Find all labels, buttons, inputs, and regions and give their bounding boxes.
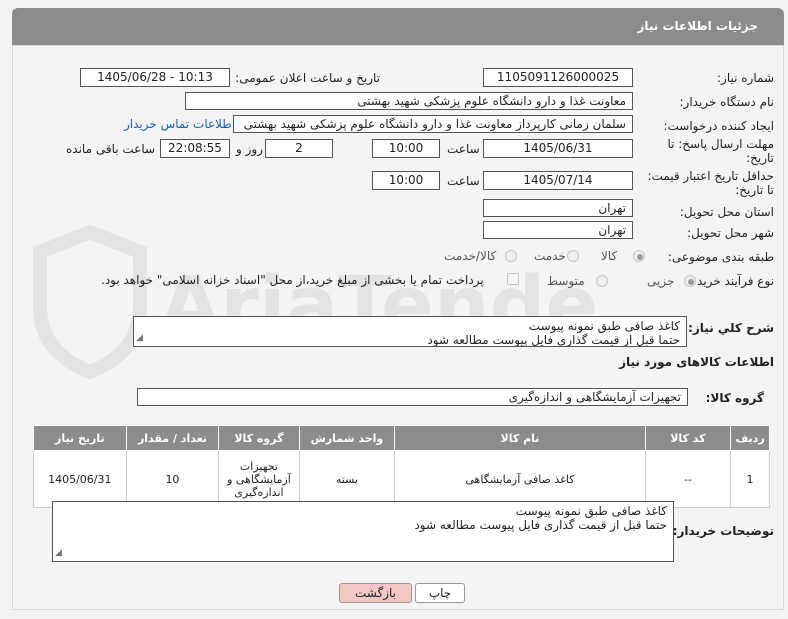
cell-need-date: 1405/06/31 [33,450,127,508]
need-number-value: 1105091126000025 [483,68,633,87]
days-remaining-value: 2 [265,139,333,158]
remaining-time-value: 22:08:55 [160,139,230,158]
resize-handle-icon[interactable]: ◢ [136,331,143,345]
treasury-payment-note: پرداخت تمام یا بخشی از مبلغ خرید،از محل … [101,273,484,287]
process-option-minor: جزیی [647,274,675,288]
col-row-number: ردیف [730,425,770,451]
category-option-goods: کالا [601,249,618,263]
buyer-notes-label: توضیحات خریدار: [672,524,774,538]
col-goods-group: گروه کالا [218,425,300,451]
buyer-org-value: معاونت غذا و دارو دانشگاه علوم پزشکی شهی… [185,92,633,110]
announce-label: تاریخ و ساعت اعلان عمومی: [235,71,380,85]
buyer-contact-link[interactable]: اطلاعات تماس خریدار [124,117,235,131]
deadline-date-value: 1405/06/31 [483,139,633,158]
col-unit: واحد شمارش [298,425,396,451]
process-option-medium: متوسط [547,274,585,288]
treasury-payment-checkbox[interactable] [507,273,519,285]
summary-textarea[interactable]: کاغذ صافی طبق نمونه پیوست حتما قبل از قی… [133,316,687,347]
summary-line-1: کاغذ صافی طبق نمونه پیوست [528,319,680,333]
category-radio-goods-service[interactable] [505,250,517,262]
col-goods-code: کد کالا [644,425,732,451]
cell-goods-group-line: تجهیزات [239,459,278,473]
buyer-notes-line-1: کاغذ صافی طبق نمونه پیوست [515,504,667,518]
items-section-title: اطلاعات کالاهای مورد نیاز [619,355,774,369]
province-label: استان محل تحویل: [679,205,774,219]
cell-goods-group-line: آزمایشگاهی و [227,472,291,486]
category-option-goods-service: کالا/خدمت [444,249,497,263]
cell-goods-code: -- [644,450,732,508]
deadline-time-label: ساعت [447,142,480,156]
cell-unit: بسته [298,450,396,508]
goods-group-label: گروه کالا: [705,391,764,405]
print-button[interactable]: چاپ [415,583,465,603]
table-row: 1 -- کاغذ صافی آزمایشگاهی بسته تجهیزات آ… [33,450,770,508]
days-label: روز و [236,142,263,156]
back-button[interactable]: بازگشت [339,583,412,603]
cell-goods-group: تجهیزات آزمایشگاهی و اندازه‌گیری [218,450,300,508]
summary-line-2: حتما قبل از قیمت گذاری فایل پیوست مطالعه… [427,333,680,347]
category-label: طبقه بندی موضوعی: [667,250,774,264]
validity-date-value: 1405/07/14 [483,171,633,190]
goods-group-value: تجهیزات آزمایشگاهی و اندازه‌گیری [137,388,688,406]
deadline-time-value: 10:00 [372,139,440,158]
col-goods-name: نام کالا [394,425,646,451]
city-label: شهر محل تحویل: [687,226,774,240]
process-label: نوع فرآیند خرید : [689,274,774,288]
items-table-header: ردیف کد کالا نام کالا واحد شمارش گروه کا… [33,425,770,451]
summary-label: شرح کلي نیاز: [688,321,774,335]
buyer-org-label: نام دستگاه خریدار: [679,95,775,109]
announce-value: 1405/06/28 - 10:13 [80,68,230,87]
col-need-date: تاریخ نیاز [33,425,127,451]
buyer-notes-line-2: حتما قبل از قیمت گذاری فایل پیوست مطالعه… [414,518,667,532]
validity-time-label: ساعت [447,174,480,188]
province-value: تهران [483,199,633,217]
deadline-label: مهلت ارسال پاسخ: تا [667,137,774,151]
cell-goods-group-line: اندازه‌گیری [234,485,284,499]
deadline-label-date: تاریخ: [746,151,774,165]
requester-value: سلمان زمانی کارپرداز معاونت غذا و دارو د… [233,115,633,133]
category-radio-service[interactable] [567,250,579,262]
page-header: جزئیات اطلاعات نیاز [12,8,784,45]
cell-row-number: 1 [730,450,770,508]
validity-label: حداقل تاریخ اعتبار قیمت: [647,169,774,183]
city-value: تهران [483,221,633,239]
validity-label-date: تا تاریخ: [735,183,774,197]
page-title: جزئیات اطلاعات نیاز [637,19,758,33]
items-table: ردیف کد کالا نام کالا واحد شمارش گروه کا… [33,425,770,508]
cell-goods-name: کاغذ صافی آزمایشگاهی [394,450,646,508]
col-quantity: تعداد / مقدار [125,425,220,451]
process-radio-medium[interactable] [596,275,608,287]
need-number-label: شماره نیاز: [717,71,774,85]
remaining-time-label: ساعت باقی مانده [66,142,156,156]
resize-handle-icon[interactable]: ◢ [55,546,62,560]
buyer-notes-textarea[interactable]: کاغذ صافی طبق نمونه پیوست حتما قبل از قی… [52,501,674,562]
category-radio-goods[interactable] [633,250,645,262]
process-radio-minor[interactable] [684,275,696,287]
watermark-shield-icon [33,224,147,380]
category-option-service: خدمت [534,249,566,263]
requester-label: ایجاد کننده درخواست: [663,119,774,133]
validity-time-value: 10:00 [372,171,440,190]
cell-quantity: 10 [125,450,220,508]
